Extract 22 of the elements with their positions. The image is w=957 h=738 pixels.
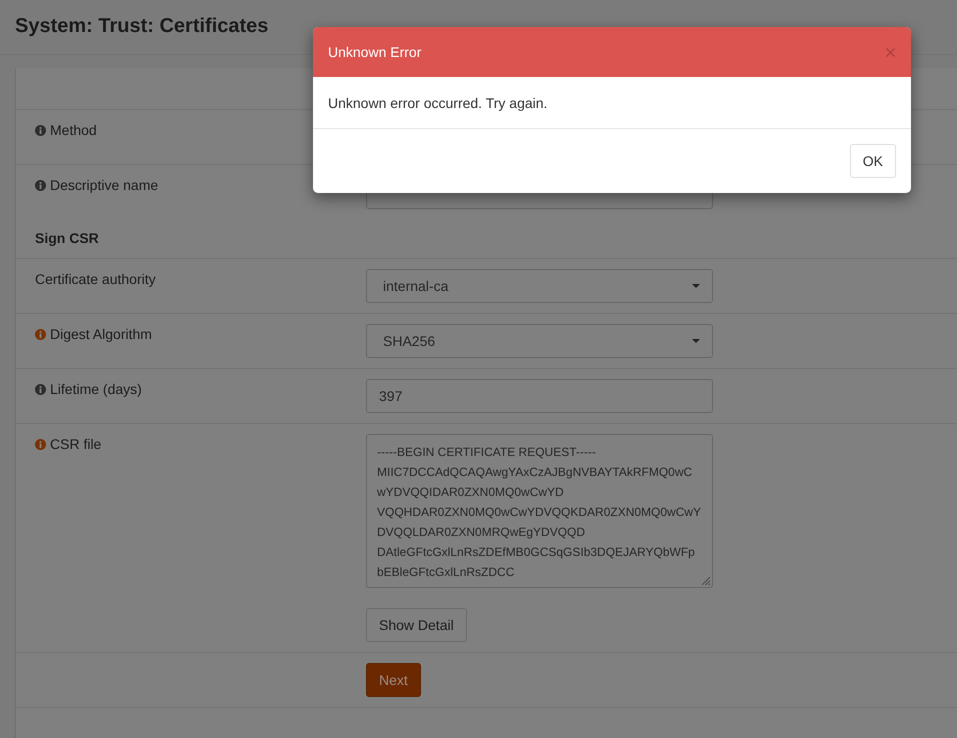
caret-icon xyxy=(692,339,700,343)
close-button[interactable] xyxy=(886,48,895,56)
field-label: Digest Algorithm xyxy=(50,325,152,344)
resize-grip-icon xyxy=(701,576,710,585)
dialog-title: Unknown Error xyxy=(328,44,422,60)
ok-button[interactable]: OK xyxy=(850,144,896,178)
page-title: System: Trust: Certificates xyxy=(15,14,268,38)
field-label: Descriptive name xyxy=(50,176,158,195)
section-heading: Sign CSR xyxy=(35,229,99,248)
error-message: Unknown error occurred. Try again. xyxy=(328,94,548,110)
close-icon xyxy=(886,48,895,56)
text-area[interactable]: -----BEGIN CERTIFICATE REQUEST----- MIIC7DCCAdQCAQAwgYAxCzAJBgNVBAYTAkRFMQ0wC wYDVQQIDAR0ZXN0MQ0wCwYD VQQHDAR0ZXN0MQ0wCwYDVQQKDAR0ZXN0MQ0wCwY DVQQLDAR0ZXN0MRQwEgYDVQQD DAtleGFtcGxlLnRsZDEfMB0GCSqGSIb3DQEJARYQbWFp bEBleGFtcGxlLnRsZDCC xyxy=(366,434,713,588)
next-button[interactable]: Next xyxy=(366,663,421,697)
caret-icon xyxy=(692,284,700,288)
text-field[interactable]: 397 xyxy=(366,379,713,413)
show-detail-button[interactable]: Show Detail xyxy=(366,608,467,642)
select-field[interactable]: internal-ca xyxy=(366,269,713,303)
field-label: Method xyxy=(50,121,97,140)
field-label: Certificate authority xyxy=(35,270,156,289)
select-field[interactable]: SHA256 xyxy=(366,324,713,358)
field-label: Lifetime (days) xyxy=(50,380,142,399)
field-label: CSR file xyxy=(50,435,102,454)
